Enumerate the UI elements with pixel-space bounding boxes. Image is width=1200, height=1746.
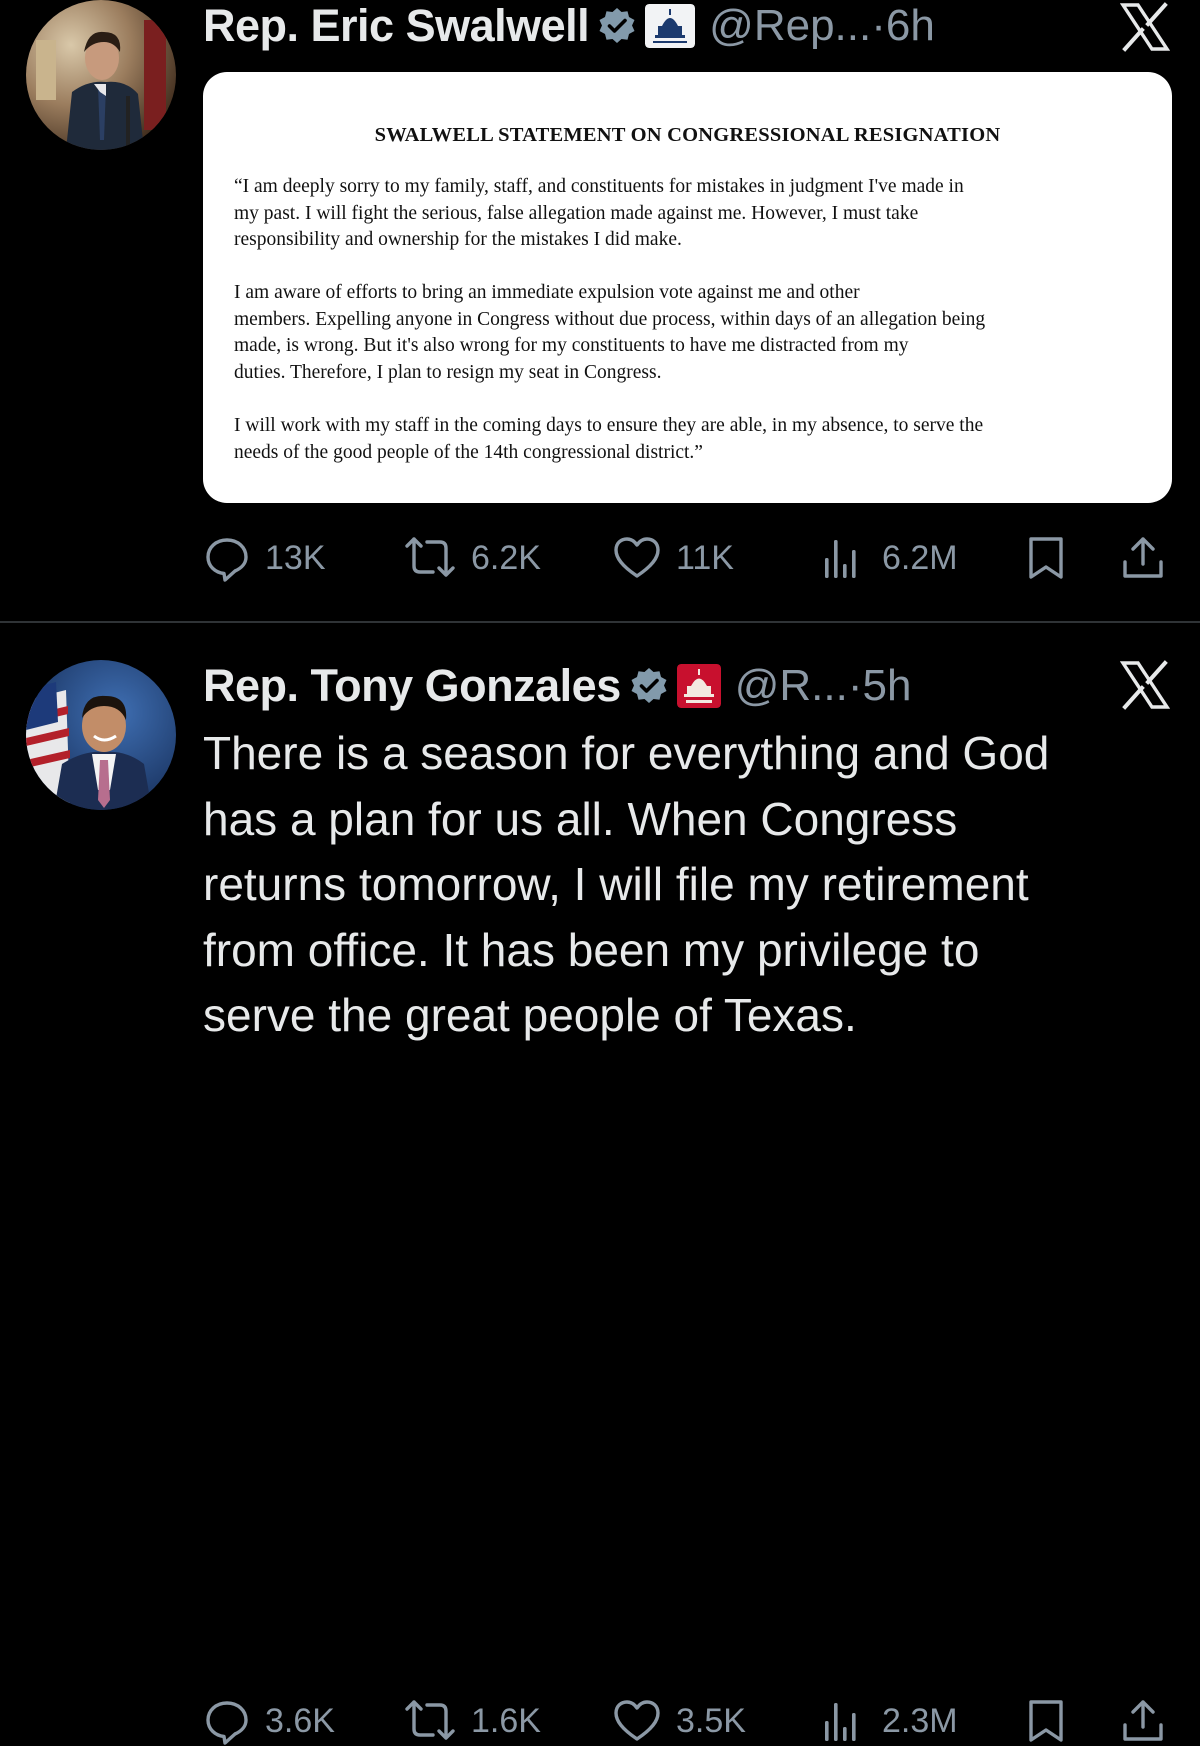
views-button[interactable]: 2.3M	[822, 1696, 958, 1746]
statement-paragraph-2: I am aware of efforts to bring an immedi…	[234, 282, 986, 383]
views-chart-icon	[825, 1703, 856, 1741]
time-separator: ·	[871, 1, 886, 50]
share-button[interactable]	[1118, 533, 1168, 583]
timestamp[interactable]: 5h	[863, 661, 912, 711]
x-logo-icon[interactable]	[1120, 660, 1170, 710]
views-button[interactable]: 6.2M	[822, 533, 958, 583]
bookmark-button[interactable]	[1024, 1696, 1068, 1746]
repost-icon	[405, 1700, 455, 1740]
bookmark-button[interactable]	[1024, 533, 1068, 583]
avatar[interactable]	[26, 0, 176, 150]
timestamp[interactable]: 6h	[886, 1, 935, 51]
share-icon	[1123, 1700, 1163, 1741]
verified-badge-icon	[631, 668, 667, 703]
action-bar: 3.6K 1.6K 3.5K 2.3M	[0, 1696, 1200, 1746]
author-name[interactable]: Rep. Tony Gonzales	[203, 660, 621, 712]
reply-button[interactable]: 3.6K	[203, 1696, 335, 1746]
share-button[interactable]	[1118, 1696, 1168, 1746]
heart-icon	[614, 1700, 660, 1741]
statement-title: SWALWELL STATEMENT ON CONGRESSIONAL RESI…	[374, 124, 1001, 146]
like-count: 3.5K	[676, 1701, 746, 1740]
reply-count: 3.6K	[265, 1701, 335, 1740]
tweet-header: Rep. Eric Swalwell @Rep... · 6h	[203, 0, 935, 54]
house-democrats-capitol-icon	[645, 4, 696, 48]
tweet-gonzales[interactable]: Rep. Tony Gonzales @R... · 5h There is a…	[0, 624, 1200, 1745]
bookmark-icon	[1029, 1700, 1063, 1742]
action-bar: 13K 6.2K 11K 6.2M	[0, 533, 1200, 583]
share-icon	[1123, 537, 1163, 578]
author-name[interactable]: Rep. Eric Swalwell	[203, 0, 590, 52]
views-chart-icon	[825, 540, 856, 578]
reply-icon	[206, 538, 248, 582]
views-count: 2.3M	[882, 1701, 958, 1740]
tweet-header: Rep. Tony Gonzales @R... · 5h	[203, 658, 911, 714]
like-button[interactable]: 3.5K	[612, 1696, 746, 1746]
avatar[interactable]	[26, 660, 176, 810]
repost-icon	[405, 537, 455, 577]
like-button[interactable]: 11K	[612, 533, 734, 583]
tweet-divider	[0, 621, 1200, 623]
verified-badge-icon	[599, 8, 635, 43]
house-gop-capitol-icon	[676, 664, 721, 708]
statement-paragraph-3: I will work with my staff in the coming …	[234, 415, 984, 463]
bookmark-icon	[1029, 537, 1063, 579]
repost-count: 1.6K	[471, 1701, 541, 1740]
author-handle[interactable]: @Rep...	[709, 1, 871, 51]
tweet-text: There is a season for everything and God…	[203, 727, 1050, 1041]
author-handle[interactable]: @R...	[735, 661, 848, 711]
statement-paragraph-1: “I am deeply sorry to my family, staff, …	[234, 176, 964, 250]
repost-count: 6.2K	[471, 538, 541, 577]
x-logo-icon[interactable]	[1120, 2, 1170, 52]
statement-image[interactable]: SWALWELL STATEMENT ON CONGRESSIONAL RESI…	[203, 72, 1172, 503]
repost-button[interactable]: 6.2K	[401, 533, 541, 583]
tweet-swalwell[interactable]: Rep. Eric Swalwell @Rep... · 6h SWALWELL…	[0, 0, 1200, 622]
repost-button[interactable]: 1.6K	[401, 1696, 541, 1746]
reply-button[interactable]: 13K	[203, 533, 326, 583]
like-count: 11K	[676, 538, 734, 577]
time-separator: ·	[847, 661, 863, 710]
heart-icon	[614, 537, 660, 578]
reply-count: 13K	[265, 538, 326, 577]
views-count: 6.2M	[882, 538, 958, 577]
reply-icon	[206, 1701, 248, 1745]
